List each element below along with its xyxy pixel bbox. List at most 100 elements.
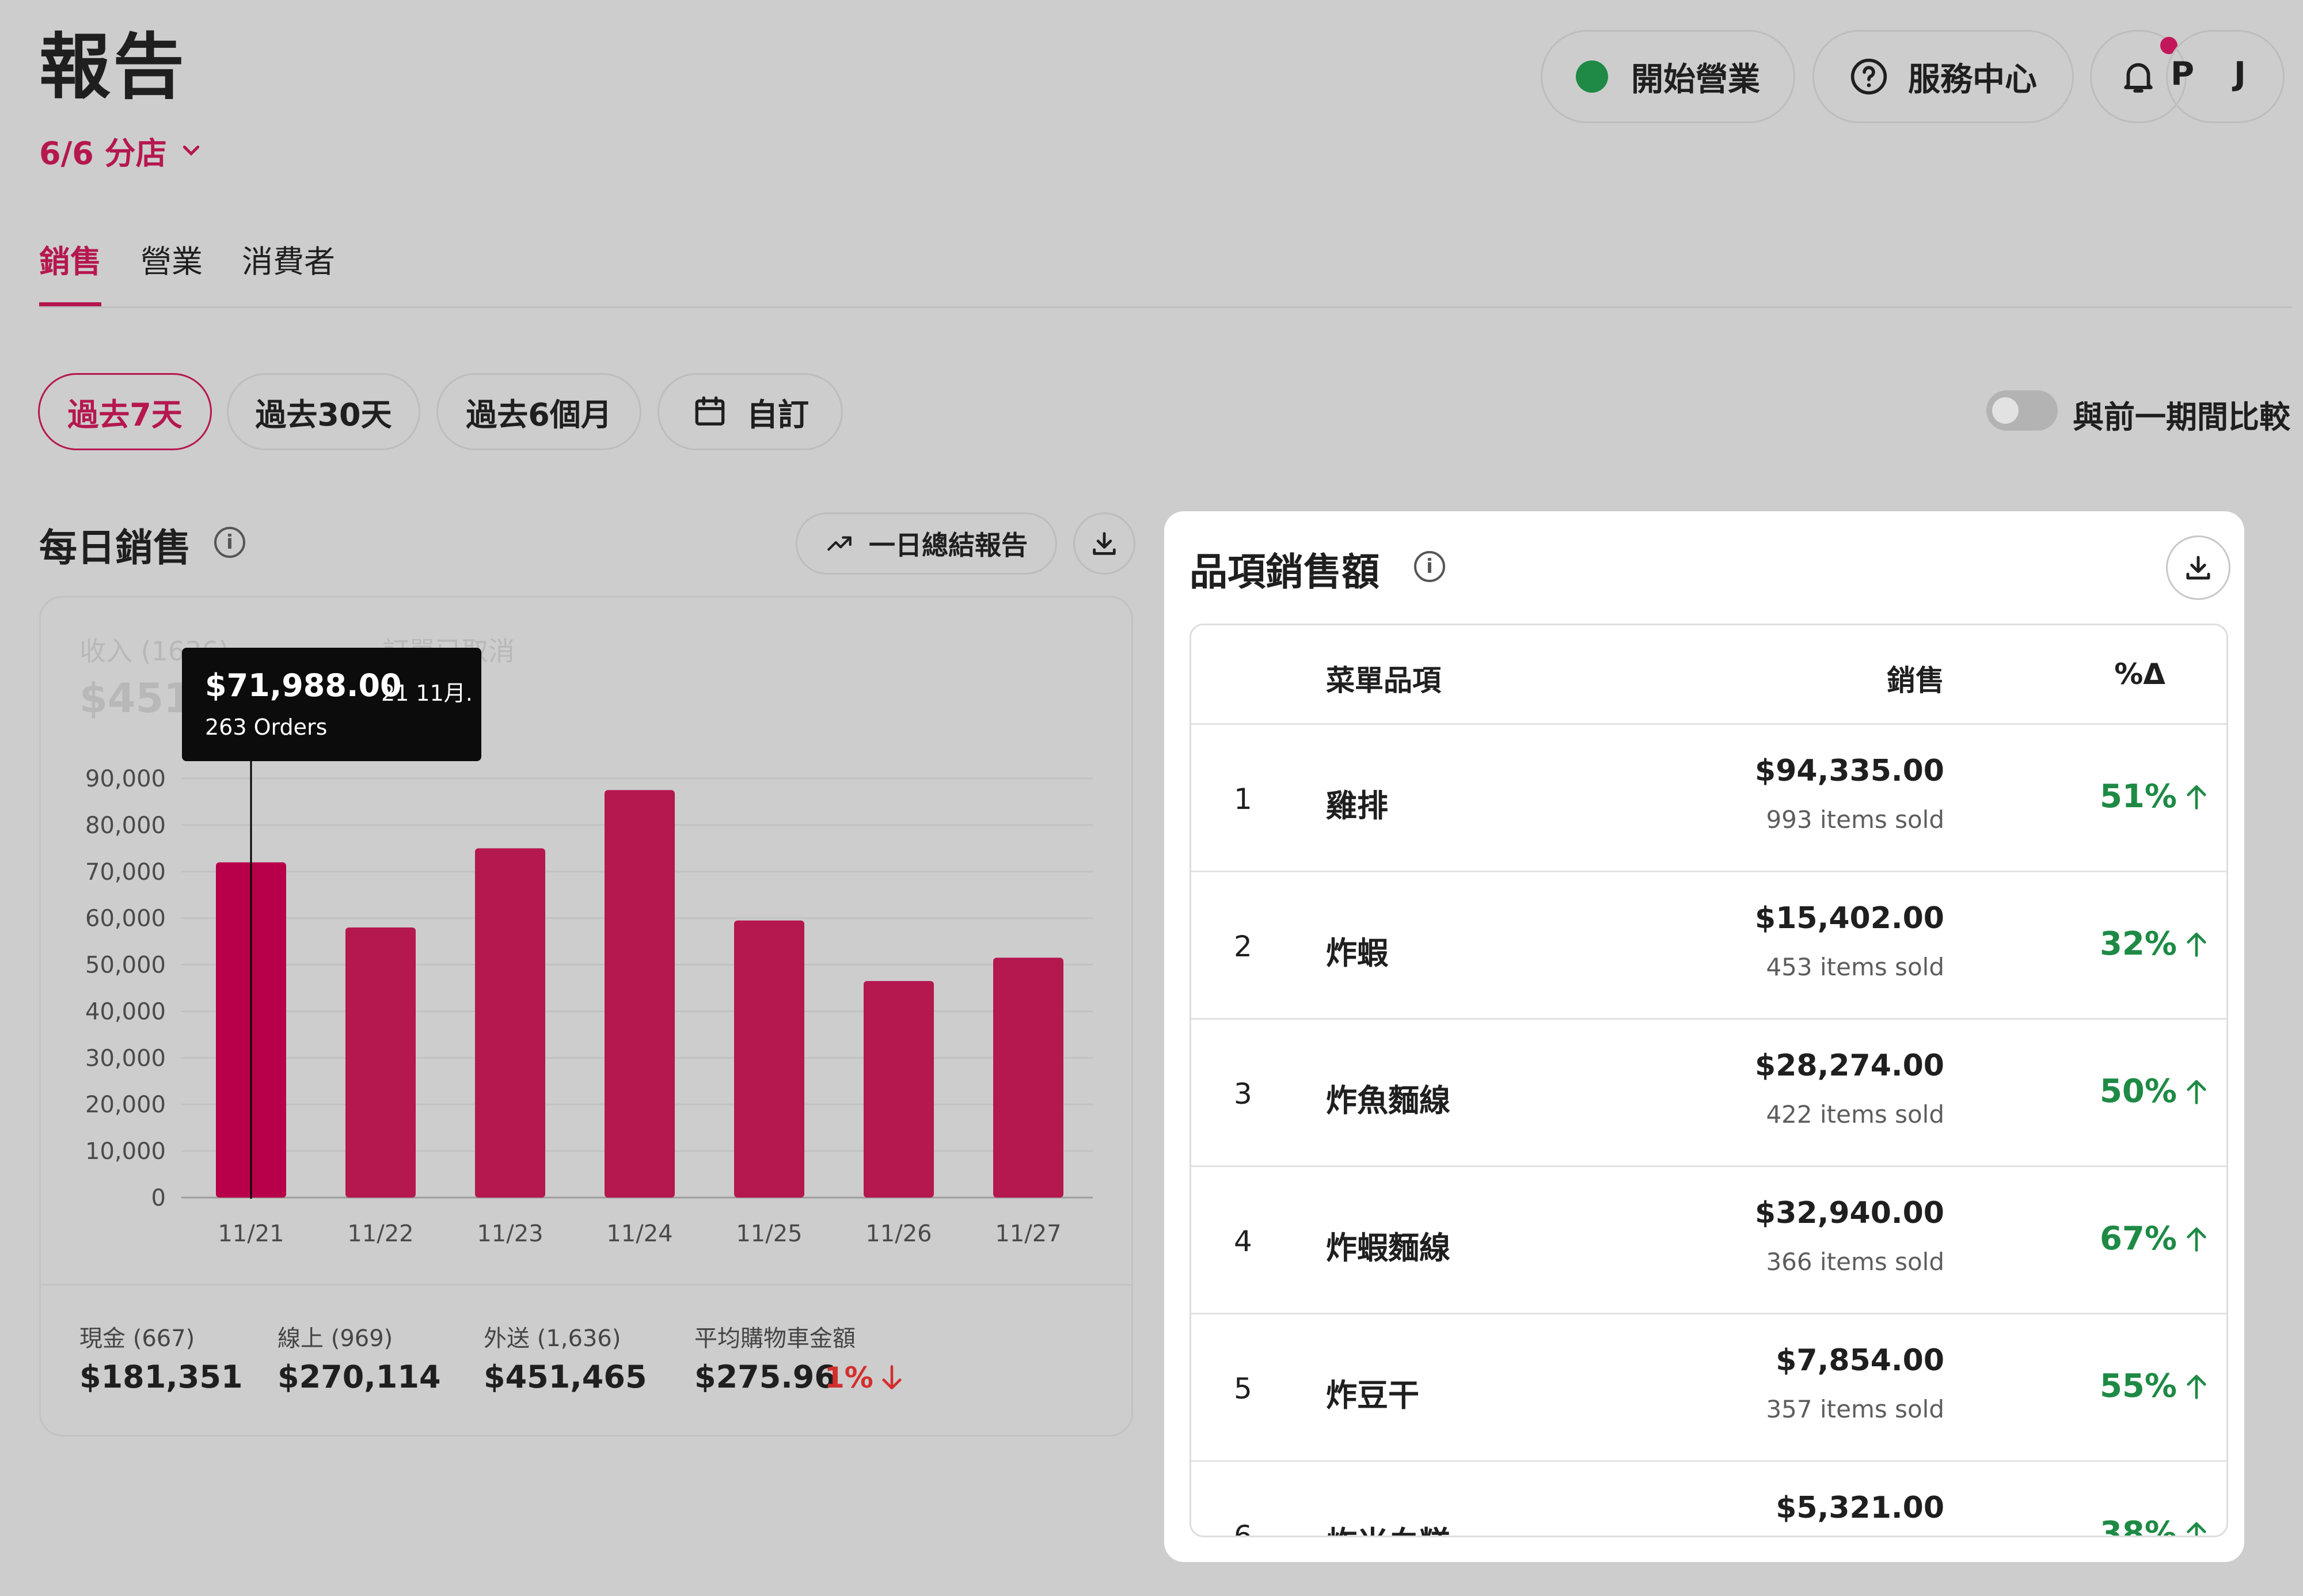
x-tick-label: 11/26 <box>865 1221 932 1247</box>
item-sales: $32,940.00 <box>1755 1196 1944 1230</box>
chart-bar[interactable] <box>864 981 934 1198</box>
avg-cart-delta: 1% <box>824 1361 905 1394</box>
item-sales-table: 菜單品項 銷售 %Δ 1 雞排 $94,335.00 993 items sol… <box>1189 624 2228 1537</box>
column-header[interactable]: %Δ <box>2114 658 2165 691</box>
items-sold: 366 items sold <box>1766 1248 1944 1276</box>
info-icon[interactable]: i <box>1414 551 1445 582</box>
download-icon <box>2186 556 2210 580</box>
daily-sales-chart: 0 10,000 20,000 30,000 40,000 50,000 60,000 70,… <box>85 748 1093 1247</box>
item-name: 炸魚麵線 <box>1326 1082 1450 1119</box>
y-tick-label: 40,000 <box>85 998 166 1025</box>
tooltip-date: 21 11月. <box>381 681 473 706</box>
arrow-up-icon <box>2187 1522 2206 1536</box>
item-rank: 3 <box>1234 1077 1252 1111</box>
item-sales: $94,335.00 <box>1755 754 1944 788</box>
item-sales: $28,274.00 <box>1755 1048 1944 1083</box>
help-center-label: 服務中心 <box>1908 60 2037 98</box>
y-tick-label: 0 <box>151 1185 166 1211</box>
x-tick-label: 11/27 <box>995 1221 1061 1247</box>
percent-change-value: 32% <box>2099 925 2177 963</box>
delivery-value: $451,465 <box>484 1359 647 1395</box>
table-row[interactable]: 3 炸魚麵線 $28,274.00 422 items sold 50% <box>1191 1018 2226 1167</box>
x-tick-label: 11/24 <box>606 1221 672 1247</box>
table-row[interactable]: 6 炸米血糕 $5,321.00 38% <box>1191 1460 2226 1537</box>
x-tick-label: 11/21 <box>218 1221 284 1247</box>
item-rank: 5 <box>1234 1372 1252 1405</box>
table-row[interactable]: 2 炸蝦 $15,402.00 453 items sold 32% <box>1191 871 2226 1020</box>
compare-label: 與前一期間比較 <box>2073 399 2290 435</box>
chart-bar[interactable] <box>345 927 416 1198</box>
y-tick-label: 30,000 <box>85 1045 166 1071</box>
table-row[interactable]: 5 炸豆干 $7,854.00 357 items sold 55% <box>1191 1313 2226 1462</box>
items-sold: 357 items sold <box>1766 1395 1944 1423</box>
card-footer-divider <box>39 1284 1133 1286</box>
item-rank: 1 <box>1234 782 1252 816</box>
download-button[interactable] <box>2166 535 2230 600</box>
percent-change-value: 51% <box>2099 778 2177 815</box>
arrow-up-icon <box>2187 932 2206 957</box>
percent-change: 55% <box>2100 1367 2209 1405</box>
y-tick-label: 60,000 <box>85 906 166 932</box>
y-tick-label: 20,000 <box>85 1092 166 1118</box>
table-row[interactable]: 1 雞排 $94,335.00 993 items sold 51% <box>1191 723 2226 872</box>
y-tick-label: 50,000 <box>85 952 166 979</box>
arrow-up-icon <box>2187 1227 2206 1252</box>
avg-cart-label: 平均購物車金額 <box>694 1325 856 1352</box>
cash-value: $181,351 <box>79 1359 243 1395</box>
delivery-label: 外送 (1,636) <box>484 1325 621 1352</box>
item-sales: $5,321.00 <box>1776 1491 1944 1525</box>
item-name: 雞排 <box>1326 788 1388 824</box>
chart-bar[interactable] <box>475 848 545 1198</box>
percent-change-value: 55% <box>2099 1367 2177 1405</box>
status-dot <box>1576 60 1608 93</box>
y-tick-label: 10,000 <box>85 1138 166 1165</box>
item-name: 炸豆干 <box>1326 1377 1419 1413</box>
x-tick-label: 11/22 <box>347 1221 413 1247</box>
arrow-up-icon <box>2187 785 2206 810</box>
arrow-up-icon <box>2187 1374 2206 1399</box>
tooltip-amount: $71,988.00 <box>205 667 402 704</box>
x-tick-label: 11/25 <box>736 1221 802 1247</box>
items-sold: 422 items sold <box>1766 1100 1944 1128</box>
chart-tooltip: $71,988.00 21 11月. 263 Orders <box>182 648 481 761</box>
bell-icon <box>2124 63 2153 93</box>
chart-bar[interactable] <box>993 957 1063 1198</box>
percent-change: 50% <box>2100 1073 2209 1110</box>
online-label: 線上 (969) <box>278 1325 393 1352</box>
y-tick-label: 70,000 <box>85 859 166 886</box>
chart-bar[interactable] <box>605 790 675 1198</box>
y-tick-label: 90,000 <box>85 766 166 792</box>
items-sold: 453 items sold <box>1766 953 1944 981</box>
column-header[interactable]: 銷售 <box>1887 658 1944 699</box>
help-center-button[interactable]: 服務中心 <box>1812 30 2074 123</box>
percent-change: 51% <box>2100 778 2209 815</box>
items-sold: 993 items sold <box>1766 805 1944 834</box>
arrow-down-icon <box>882 1365 902 1390</box>
item-name: 炸蝦麵線 <box>1326 1230 1450 1266</box>
online-value: $270,114 <box>278 1359 441 1395</box>
column-header[interactable]: 菜單品項 <box>1326 658 1441 699</box>
item-name: 炸蝦 <box>1326 935 1388 971</box>
cash-label: 現金 (667) <box>79 1325 195 1352</box>
avg-cart-value: $275.96 <box>694 1359 836 1395</box>
percent-change-value: 50% <box>2099 1073 2177 1110</box>
tooltip-orders: 263 Orders <box>205 715 328 740</box>
open-store-label: 開始營業 <box>1631 60 1760 98</box>
help-icon <box>1850 58 1887 95</box>
toggle-knob <box>1992 397 2019 424</box>
item-sales: $7,854.00 <box>1776 1343 1944 1378</box>
table-row[interactable]: 4 炸蝦麵線 $32,940.00 366 items sold 67% <box>1191 1165 2226 1314</box>
avatar: J <box>2234 55 2246 93</box>
arrow-up-icon <box>2187 1080 2206 1104</box>
y-tick-label: 80,000 <box>85 812 166 839</box>
percent-change: 67% <box>2100 1220 2209 1257</box>
percent-change: 38% <box>2099 1515 2209 1537</box>
chart-bar[interactable] <box>734 920 804 1198</box>
percent-change-value: 38% <box>2099 1515 2177 1537</box>
item-rank: 4 <box>1234 1225 1252 1258</box>
open-store-button[interactable]: 開始營業 <box>1541 30 1795 123</box>
item-sales: $15,402.00 <box>1755 901 1944 936</box>
item-sales-title: 品項銷售額 <box>1189 550 1379 594</box>
item-rank: 6 <box>1234 1519 1252 1537</box>
item-rank: 2 <box>1234 930 1252 963</box>
